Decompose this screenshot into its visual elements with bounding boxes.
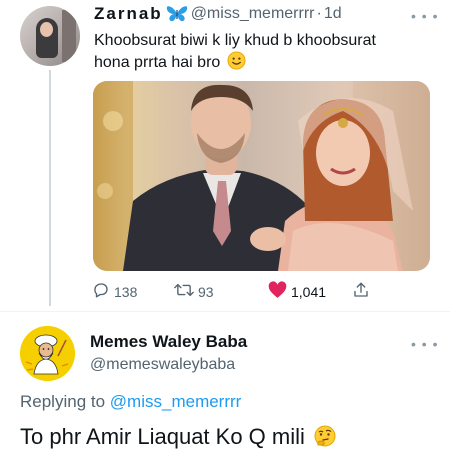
thread-line bbox=[49, 70, 51, 306]
smiling-face-emoji bbox=[227, 51, 246, 76]
replying-to-line: Replying to @miss_memerrrr bbox=[20, 392, 241, 412]
like-count: 1,041 bbox=[291, 283, 327, 300]
photo-illustration bbox=[93, 81, 430, 271]
reply-text: To phr Amir Liaquat Ko Q mili bbox=[20, 424, 337, 450]
replying-mention-link[interactable]: @miss_memerrrr bbox=[110, 392, 242, 411]
author-avatar[interactable] bbox=[20, 6, 80, 66]
author-name[interactable]: Zarnab bbox=[94, 4, 163, 24]
reply-count: 138 bbox=[114, 283, 138, 300]
like-action[interactable]: 1,041 bbox=[268, 281, 326, 302]
share-action[interactable] bbox=[352, 281, 374, 302]
author-handle[interactable]: @miss_memerrrr bbox=[191, 5, 315, 23]
reply-author-handle[interactable]: @memeswaleybaba bbox=[90, 356, 235, 374]
retweet-count: 93 bbox=[198, 283, 214, 300]
separator-dot: · bbox=[316, 5, 322, 22]
replying-prefix: Replying to bbox=[20, 392, 106, 411]
share-icon bbox=[352, 281, 374, 302]
reply-text-content: To phr Amir Liaquat Ko Q mili bbox=[20, 424, 305, 449]
baba-cartoon-icon bbox=[20, 326, 75, 381]
thinking-face-emoji bbox=[313, 425, 337, 449]
more-dots-icon[interactable]: • • • bbox=[411, 8, 438, 24]
more-dots-icon[interactable]: • • • bbox=[411, 336, 438, 352]
butterfly-icon bbox=[166, 5, 188, 23]
reply-author-avatar[interactable] bbox=[20, 326, 75, 381]
tweet-divider bbox=[0, 311, 450, 312]
retweet-action[interactable]: 93 bbox=[174, 281, 214, 302]
heart-icon bbox=[268, 281, 291, 302]
tweet-time[interactable]: 1d bbox=[324, 5, 342, 23]
retweet-icon bbox=[174, 281, 198, 302]
tweet-actions: 138 93 1,041 bbox=[92, 281, 432, 303]
reply-action[interactable]: 138 bbox=[92, 281, 137, 302]
tweet-text: Khoobsurat biwi k liy khud b khoobsurat … bbox=[94, 30, 414, 76]
tweet-photo[interactable] bbox=[93, 81, 430, 271]
reply-bubble-icon bbox=[92, 281, 114, 302]
reply-author-name[interactable]: Memes Waley Baba bbox=[90, 332, 247, 352]
tweet-header: Zarnab @miss_memerrrr · 1d bbox=[94, 4, 342, 24]
